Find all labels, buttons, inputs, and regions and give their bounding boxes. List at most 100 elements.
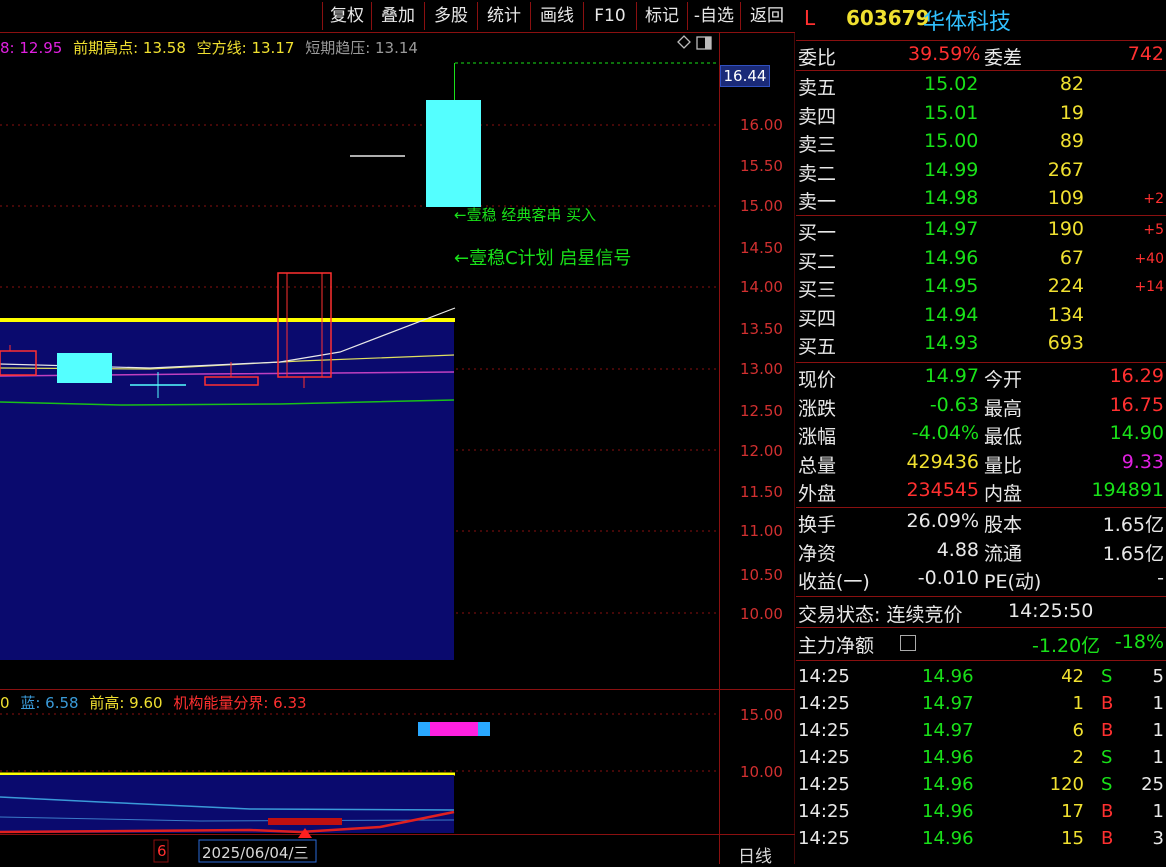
bid-row: 买四 14.94 134 (796, 304, 1166, 332)
fund-value: 4.88 (936, 538, 979, 561)
fund-label: 换手 (798, 514, 837, 536)
ask-volume: 267 (1047, 158, 1084, 181)
tick-volume: 42 (1061, 666, 1084, 687)
quote-value: 429436 (906, 450, 979, 473)
ask-price: 15.02 (924, 73, 979, 95)
sub-axis-tick: 10.00 (740, 763, 783, 781)
order-ratio-value: 39.59% (908, 43, 981, 65)
fund-value: -0.010 (917, 567, 979, 589)
remove-favorite-button[interactable]: -自选 (687, 2, 740, 30)
mark-button[interactable]: 标记 (636, 2, 687, 30)
bid-change: +5 (1143, 222, 1164, 238)
back-button[interactable]: 返回 (740, 2, 793, 30)
ask-row: 卖二 14.99 267 (796, 159, 1166, 187)
tick-volume: 17 (1061, 801, 1084, 822)
axis-tick: 13.50 (740, 320, 783, 338)
tick-side: B (1101, 801, 1114, 822)
multi-stock-button[interactable]: 多股 (424, 2, 477, 30)
tick-side: B (1101, 693, 1114, 714)
quote-value: 16.29 (1109, 365, 1164, 387)
bid-price: 14.93 (924, 332, 979, 354)
bid-price: 14.96 (924, 246, 979, 269)
stock-name: 华体科技 (923, 10, 1012, 35)
quote-value: 234545 (906, 479, 979, 501)
signal-plan-text: ←壹稳C计划 启星信号 (454, 248, 632, 269)
axis-tick: 10.50 (740, 566, 783, 584)
list-icon[interactable] (900, 635, 916, 651)
quote-row: 总量 429436 量比 9.33 (796, 451, 1166, 479)
tick-row: 14:25 14.97 1 B 1 (796, 693, 1166, 720)
axis-tick: 15.50 (740, 157, 783, 175)
tick-price: 14.97 (922, 693, 974, 714)
ask-row: 卖五 15.02 82 (796, 73, 1166, 101)
ask-price: 15.01 (924, 101, 979, 124)
tick-count: 25 (1141, 774, 1164, 795)
tick-price: 14.97 (922, 720, 974, 741)
quote-value: 194891 (1091, 479, 1164, 501)
kline-chart-area[interactable]: 8: 12.95 前期高点: 13.58 空方线: 13.17 短期趋压: 13… (0, 32, 795, 867)
bid-change: +14 (1134, 279, 1164, 295)
ask-volume: 109 (1047, 187, 1084, 209)
quote-value: 9.33 (1121, 450, 1164, 473)
bid-volume: 224 (1047, 275, 1084, 297)
candle-2 (57, 353, 112, 383)
tick-volume: 120 (1049, 774, 1084, 795)
bid-volume: 693 (1047, 332, 1084, 354)
period-label[interactable]: 日线 (738, 842, 772, 867)
axis-tick: 12.50 (740, 402, 783, 420)
tick-volume: 6 (1072, 720, 1084, 741)
overlay-button[interactable]: 叠加 (371, 2, 424, 30)
restore-rights-button[interactable]: 复权 (322, 2, 371, 30)
quote-row: 外盘 234545 内盘 194891 (796, 479, 1166, 507)
date-label[interactable]: 2025/06/04/三 (202, 842, 309, 863)
trade-status-row: 交易状态: 连续竞价 14:25:50 (796, 600, 1166, 628)
statistics-button[interactable]: 统计 (477, 2, 530, 30)
tick-time: 14:25 (798, 720, 850, 741)
ask-price: 14.98 (924, 187, 979, 209)
tick-time: 14:25 (798, 666, 850, 687)
stock-flag: L (804, 6, 816, 30)
tick-time: 14:25 (798, 801, 850, 822)
quote-label: 涨幅 (798, 426, 837, 448)
quote-row: 涨跌 -0.63 最高 16.75 (796, 394, 1166, 422)
ask-volume: 82 (1059, 73, 1084, 95)
fund-label: 净资 (798, 542, 837, 565)
diamond-icon (677, 35, 691, 49)
tick-row: 14:25 14.97 6 B 1 (796, 720, 1166, 747)
fund-label: 流通 (984, 542, 1023, 565)
quote-value: 16.75 (1109, 393, 1164, 416)
ind-short-pressure: 短期趋压: 13.14 (305, 39, 418, 57)
ask-label: 卖五 (798, 77, 837, 99)
fund-row: 净资 4.88 流通 1.65亿 (796, 539, 1166, 567)
axis-tick: 14.00 (740, 278, 783, 296)
tick-time: 14:25 (798, 693, 850, 714)
fund-row: 换手 26.09% 股本 1.65亿 (796, 510, 1166, 538)
tick-price: 14.96 (922, 801, 974, 822)
sub-signal-bar-inner (430, 722, 478, 736)
quote-row: 现价 14.97 今开 16.29 (796, 365, 1166, 393)
draw-line-button[interactable]: 画线 (530, 2, 583, 30)
quote-value: 14.90 (1109, 422, 1164, 444)
ask-row: 卖四 15.01 19 (796, 102, 1166, 130)
order-diff-value: 742 (1127, 43, 1164, 65)
main-flow-row: 主力净额 -1.20亿 -18% (796, 631, 1166, 659)
tick-price: 14.96 (922, 666, 974, 687)
bid-label: 买四 (798, 307, 837, 330)
f10-button[interactable]: F10 (583, 2, 636, 30)
fund-label: 收益(一) (798, 571, 870, 593)
main-indicator-legend: 8: 12.95 前期高点: 13.58 空方线: 13.17 短期趋压: 13… (0, 37, 418, 58)
quote-row: 涨幅 -4.04% 最低 14.90 (796, 422, 1166, 450)
ask-volume: 19 (1059, 101, 1084, 124)
axis-tick: 13.00 (740, 360, 783, 378)
bid-row: 买三 14.95 224 +14 (796, 275, 1166, 303)
quote-label: 最低 (984, 426, 1023, 448)
axis-tick: 10.00 (740, 605, 783, 623)
ask-row: 卖一 14.98 109 +2 (796, 187, 1166, 215)
tick-row: 14:25 14.96 2 S 1 (796, 747, 1166, 774)
tick-time: 14:25 (798, 747, 850, 768)
quote-panel: L 603679 华体科技 委比 39.59% 委差 742 卖五 15.02 82… (796, 0, 1166, 864)
kline-svg (0, 32, 795, 864)
ask-label: 卖三 (798, 134, 837, 156)
tick-price: 14.96 (922, 774, 974, 795)
tick-price: 14.96 (922, 828, 974, 849)
